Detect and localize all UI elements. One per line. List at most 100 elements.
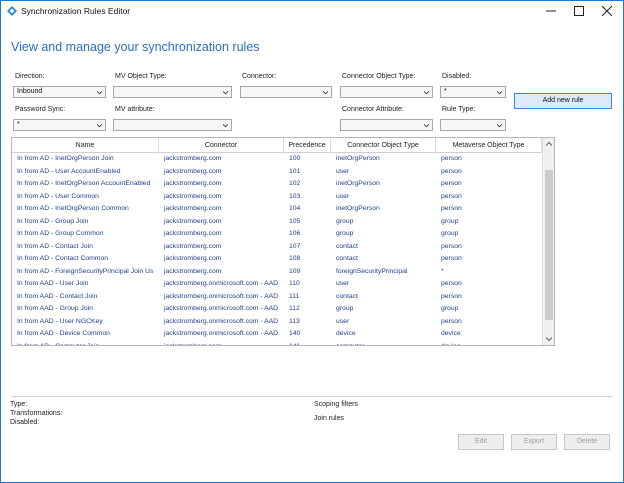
disabled-filter-value: *	[444, 88, 447, 95]
cell-connector-object-type: contact	[336, 255, 358, 262]
table-row[interactable]: In from AD - Contact Common jackstromberg…	[12, 253, 542, 266]
chevron-up-icon	[546, 141, 552, 146]
cell-connector-object-type: contact	[336, 292, 358, 300]
disabled-filter-label: Disabled:	[442, 73, 472, 80]
title-bar[interactable]: Synchronization Rules Editor	[1, 1, 623, 22]
rule-type-dropdown[interactable]	[440, 119, 506, 131]
chevron-down-icon	[497, 123, 502, 128]
cell-precedence: 104	[289, 205, 301, 212]
cell-name: In from AD - Contact Common	[17, 255, 109, 262]
close-button[interactable]	[594, 1, 620, 21]
cell-precedence: 107	[289, 242, 301, 250]
chevron-down-icon	[223, 90, 228, 95]
delete-button[interactable]: Delete	[564, 434, 610, 450]
cell-connector-object-type: group	[336, 217, 354, 225]
mv-object-type-label: MV Object Type:	[115, 73, 167, 80]
column-header-connector-object-type[interactable]: Connector Object Type	[331, 138, 436, 153]
cell-connector-object-type: inetOrgPerson	[336, 205, 380, 212]
cell-connector: jackstromberg.com	[164, 342, 222, 346]
close-icon	[602, 6, 612, 16]
mv-object-type-dropdown[interactable]	[113, 86, 232, 98]
scroll-up-button[interactable]	[543, 138, 554, 150]
cell-metaverse-object-type: group	[441, 305, 459, 312]
cell-metaverse-object-type: person	[441, 292, 462, 300]
sync-rules-editor-window: Synchronization Rules Editor View and ma…	[0, 0, 624, 483]
table-row[interactable]: In from AD - InetOrgPerson Join jackstrom…	[12, 153, 542, 166]
minimize-button[interactable]	[538, 1, 564, 21]
table-row[interactable]: In from AAD - Device Common jackstromberg…	[12, 328, 542, 341]
cell-name: In from AD - User AccountEnabled	[17, 167, 121, 175]
scoping-filters-label: Scoping filters	[314, 401, 358, 408]
table-row[interactable]: In from AD - Computer Join jackstromberg.…	[12, 341, 542, 346]
table-row[interactable]: In from AD - User AccountEnabled jackstro…	[12, 166, 542, 179]
table-row[interactable]: In from AD - Contact Join jackstromberg.c…	[12, 241, 542, 254]
connector-attribute-dropdown[interactable]	[340, 119, 433, 131]
details-transformations-label: Transformations:	[10, 410, 63, 417]
cell-precedence: 111	[289, 292, 300, 300]
table-row[interactable]: In from AD - InetOrgPerson Common jackstr…	[12, 203, 542, 216]
grid-vertical-scrollbar[interactable]	[542, 138, 554, 345]
column-header-precedence[interactable]: Precedence	[284, 138, 331, 153]
chevron-down-icon	[323, 90, 328, 95]
chevron-down-icon	[97, 90, 102, 95]
cell-precedence: 110	[289, 280, 300, 287]
direction-dropdown[interactable]: Inbound	[13, 86, 106, 98]
table-row[interactable]: In from AD - ForeignSecurityPrincipal Jo…	[12, 266, 542, 279]
cell-metaverse-object-type: device	[441, 330, 461, 337]
add-new-rule-button[interactable]: Add new rule	[514, 93, 612, 109]
table-row[interactable]: In from AAD - User Join jackstromberg.onm…	[12, 278, 542, 291]
window-title: Synchronization Rules Editor	[21, 6, 131, 16]
cell-precedence: 105	[289, 217, 301, 225]
password-sync-label: Password Sync:	[15, 106, 66, 113]
table-row[interactable]: In from AD - InetOrgPerson AccountEnable…	[12, 178, 542, 191]
chevron-down-icon	[424, 123, 429, 128]
export-button[interactable]: Export	[511, 434, 557, 450]
cell-connector: jackstromberg.com	[164, 267, 222, 275]
cell-metaverse-object-type: person	[441, 280, 462, 287]
cell-metaverse-object-type: person	[441, 317, 462, 325]
column-header-name[interactable]: Name	[12, 138, 159, 153]
table-row[interactable]: In from AAD - User NGCKey jackstromberg.o…	[12, 316, 542, 329]
cell-name: In from AAD - Group Join	[17, 305, 93, 312]
chevron-down-icon	[497, 90, 502, 95]
grid-header: Name Connector Precedence Connector Obje…	[12, 138, 542, 153]
cell-precedence: 100	[289, 155, 301, 162]
table-row[interactable]: In from AD - Group Common jackstromberg.c…	[12, 228, 542, 241]
cell-connector: jackstromberg.com	[164, 155, 222, 162]
cell-connector: jackstromberg.onmicrosoft.com - AAD	[164, 330, 279, 337]
cell-name: In from AD - ForeignSecurityPrincipal Jo…	[17, 267, 154, 275]
chevron-down-icon	[97, 123, 102, 128]
password-sync-dropdown[interactable]: *	[13, 119, 106, 131]
cell-name: In from AD - Group Common	[17, 230, 104, 237]
column-header-metaverse-object-type[interactable]: Metaverse Object Type	[436, 138, 542, 153]
maximize-button[interactable]	[566, 1, 592, 21]
maximize-icon	[574, 6, 584, 16]
cell-connector-object-type: group	[336, 230, 354, 237]
table-row[interactable]: In from AAD - Group Join jackstromberg.on…	[12, 303, 542, 316]
table-row[interactable]: In from AD - User Common jackstromberg.co…	[12, 191, 542, 204]
cell-connector: jackstromberg.onmicrosoft.com - AAD	[164, 317, 279, 325]
connector-dropdown[interactable]	[240, 86, 332, 98]
page-heading: View and manage your synchronization rul…	[11, 40, 260, 54]
cell-precedence: 141	[289, 342, 301, 346]
scroll-down-button[interactable]	[543, 333, 554, 345]
disabled-filter-dropdown[interactable]: *	[440, 86, 506, 98]
cell-precedence: 102	[289, 180, 301, 187]
chevron-down-icon	[223, 123, 228, 128]
column-header-connector[interactable]: Connector	[159, 138, 284, 153]
connector-object-type-label: Connector Object Type:	[342, 73, 416, 80]
table-row[interactable]: In from AAD - Contact Join jackstromberg.…	[12, 291, 542, 304]
cell-connector: jackstromberg.com	[164, 242, 222, 250]
cell-connector-object-type: inetOrgPerson	[336, 180, 380, 187]
mv-attribute-dropdown[interactable]	[113, 119, 232, 131]
table-row[interactable]: In from AD - Group Join jackstromberg.com…	[12, 216, 542, 229]
cell-name: In from AD - InetOrgPerson Common	[17, 205, 129, 212]
connector-object-type-dropdown[interactable]	[340, 86, 433, 98]
cell-metaverse-object-type: person	[441, 255, 462, 262]
direction-label: Direction:	[15, 73, 45, 80]
cell-connector: jackstromberg.com	[164, 192, 222, 200]
scroll-thumb[interactable]	[545, 170, 553, 320]
cell-connector: jackstromberg.com	[164, 255, 222, 262]
rules-grid[interactable]: Name Connector Precedence Connector Obje…	[11, 137, 555, 346]
edit-button[interactable]: Edit	[458, 434, 504, 450]
